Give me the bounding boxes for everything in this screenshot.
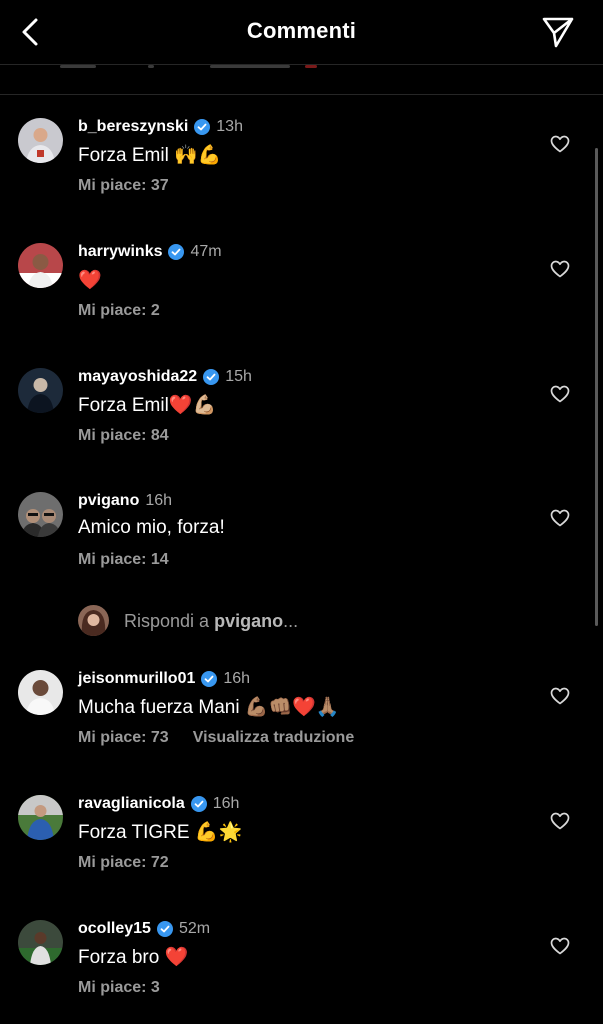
avatar[interactable] bbox=[18, 795, 63, 840]
likes-count[interactable]: Mi piace: 14 bbox=[78, 551, 169, 569]
comment-header: ocolley15 52m bbox=[78, 918, 210, 940]
username[interactable]: b_bereszynski bbox=[78, 118, 188, 136]
comment-text: Mucha fuerza Mani 💪🏽👊🏽❤️🙏🏽 bbox=[78, 697, 340, 718]
comment-header: ravaglianicola 16h bbox=[78, 793, 239, 815]
page-title: Commenti bbox=[246, 18, 357, 43]
avatar[interactable] bbox=[18, 118, 63, 163]
comment-text: Forza Emil❤️💪🏼 bbox=[78, 395, 217, 416]
comment-time: 47m bbox=[190, 243, 222, 260]
heart-icon[interactable] bbox=[550, 385, 570, 403]
comment-time: 15h bbox=[225, 368, 252, 385]
comment-text: Forza TIGRE 💪🌟 bbox=[78, 822, 243, 843]
scrollbar[interactable] bbox=[595, 148, 598, 626]
comment-header: harrywinks 47m bbox=[78, 241, 222, 263]
likes-count[interactable]: Mi piace: 3 bbox=[78, 979, 160, 997]
verified-badge-icon bbox=[156, 921, 173, 937]
heart-icon[interactable] bbox=[550, 135, 570, 153]
avatar[interactable] bbox=[18, 368, 63, 413]
truncated-text-mark bbox=[148, 65, 154, 68]
comment-meta: Mi piace: 84 bbox=[78, 427, 169, 445]
comment-time: 16h bbox=[145, 492, 173, 509]
likes-count[interactable]: Mi piace: 2 bbox=[78, 302, 160, 320]
comment-meta: Mi piace: 37 bbox=[78, 177, 169, 195]
verified-badge-icon bbox=[201, 671, 218, 687]
heart-icon[interactable] bbox=[550, 509, 570, 527]
reply-placeholder[interactable]: Rispondi a pvigano... bbox=[124, 611, 298, 632]
avatar[interactable] bbox=[18, 243, 63, 288]
comment-header: pvigano 16h bbox=[78, 490, 172, 512]
username[interactable]: pvigano bbox=[78, 492, 139, 510]
likes-count[interactable]: Mi piace: 72 bbox=[78, 854, 169, 872]
share-button[interactable] bbox=[541, 15, 575, 49]
comment-header: mayayoshida22 15h bbox=[78, 366, 252, 388]
caption-divider bbox=[0, 94, 603, 95]
username[interactable]: ocolley15 bbox=[78, 920, 151, 938]
comment-header: b_bereszynski 13h bbox=[78, 116, 243, 138]
comment-time: 16h bbox=[223, 670, 251, 687]
likes-count[interactable]: Mi piace: 73 bbox=[78, 729, 169, 747]
comment-meta: Mi piace: 3 bbox=[78, 979, 160, 997]
verified-badge-icon bbox=[203, 369, 220, 385]
comment-text: Amico mio, forza! bbox=[78, 517, 225, 538]
verified-badge-icon bbox=[168, 244, 185, 260]
truncated-caption-strip bbox=[0, 65, 603, 93]
heart-icon[interactable] bbox=[550, 937, 570, 955]
reply-composer[interactable]: Rispondi a pvigano... bbox=[0, 604, 603, 638]
comment-header: jeisonmurillo01 16h bbox=[78, 668, 250, 690]
avatar[interactable] bbox=[18, 670, 63, 715]
heart-icon[interactable] bbox=[550, 687, 570, 705]
comment-text: ❤️ bbox=[78, 270, 102, 291]
avatar[interactable] bbox=[18, 920, 63, 965]
username[interactable]: mayayoshida22 bbox=[78, 368, 197, 386]
verified-badge-icon bbox=[194, 119, 211, 135]
truncated-text-mark bbox=[60, 65, 96, 68]
comment-meta: Mi piace: 2 bbox=[78, 302, 160, 320]
verified-badge-icon bbox=[190, 796, 207, 812]
avatar[interactable] bbox=[18, 492, 63, 537]
username[interactable]: jeisonmurillo01 bbox=[78, 670, 195, 688]
heart-icon[interactable] bbox=[550, 812, 570, 830]
likes-count[interactable]: Mi piace: 37 bbox=[78, 177, 169, 195]
paper-plane-icon bbox=[542, 17, 574, 48]
truncated-text-mark bbox=[210, 65, 290, 68]
header-bar: Commenti bbox=[0, 0, 603, 64]
comment-meta: Mi piace: 72 bbox=[78, 854, 169, 872]
translate-link[interactable]: Visualizza traduzione bbox=[193, 729, 355, 747]
username[interactable]: ravaglianicola bbox=[78, 795, 185, 813]
current-user-avatar bbox=[78, 605, 109, 636]
comment-text: Forza Emil 🙌💪 bbox=[78, 145, 222, 166]
likes-count[interactable]: Mi piace: 84 bbox=[78, 427, 169, 445]
heart-icon[interactable] bbox=[550, 260, 570, 278]
comment-time: 13h bbox=[216, 118, 243, 135]
truncated-text-mark bbox=[305, 65, 317, 68]
comment-time: 52m bbox=[178, 920, 211, 937]
comment-text: Forza bro ❤️ bbox=[78, 947, 189, 968]
username[interactable]: harrywinks bbox=[78, 243, 162, 261]
comment-time: 16h bbox=[212, 795, 240, 812]
comment-meta: Mi piace: 14 bbox=[78, 551, 169, 569]
comment-meta: Mi piace: 73 Visualizza traduzione bbox=[78, 729, 354, 747]
